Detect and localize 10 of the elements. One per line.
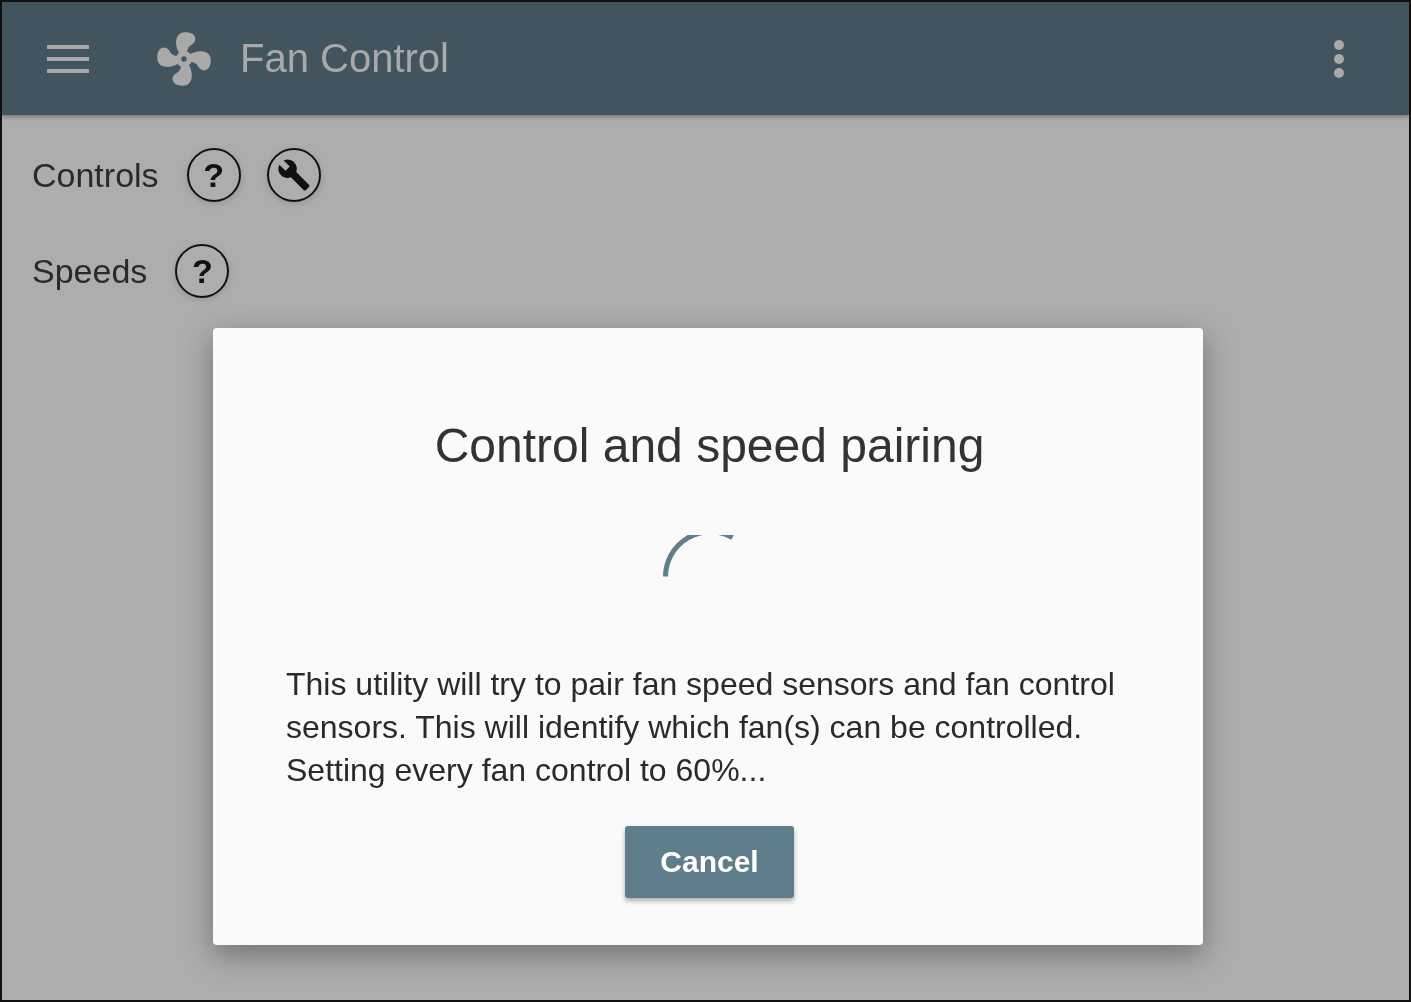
- section-label: Controls: [32, 155, 159, 195]
- section-label: Speeds: [32, 251, 148, 291]
- help-button[interactable]: ?: [175, 244, 230, 298]
- dialog-title: Control and speed pairing: [434, 420, 985, 473]
- wrench-icon: [276, 158, 311, 192]
- app-title: Fan Control: [240, 36, 449, 81]
- wrench-button[interactable]: [266, 148, 321, 202]
- dialog-message: This utility will try to pair fan speed sensors and fan control sensors. This will identify which fan(s) can be controlled. Setting every fan control to 60%...: [286, 664, 1116, 790]
- help-button[interactable]: ?: [186, 148, 241, 202]
- cancel-button[interactable]: Cancel: [625, 825, 794, 898]
